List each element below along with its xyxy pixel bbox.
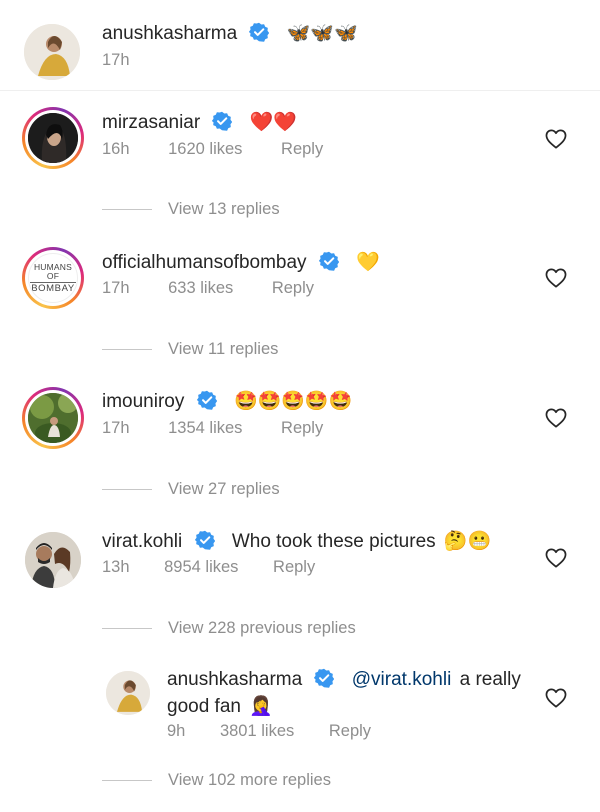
comment-text: Who took these pictures — [231, 531, 436, 552]
reply-emoji: 🤦‍♀️ — [249, 696, 273, 717]
view-replies-label[interactable]: View 11 replies — [168, 340, 278, 359]
avatar-photo-icon — [28, 113, 78, 163]
comment-time: 9h — [167, 722, 186, 740]
comment-text: ❤️❤️ — [249, 112, 298, 133]
username[interactable]: imouniroy — [102, 391, 184, 412]
comment-time: 13h — [102, 558, 130, 576]
replies-line — [102, 628, 152, 629]
avatar-photo-icon — [25, 532, 81, 588]
comment-header: mirzasaniar ❤️❤️ — [102, 110, 297, 134]
like-heart-icon[interactable] — [545, 268, 567, 288]
reply-text: good fan — [167, 696, 241, 717]
view-replies-button[interactable]: View 228 previous replies — [102, 619, 356, 638]
replies-line — [102, 209, 152, 210]
reply-button[interactable]: Reply — [281, 419, 323, 437]
caption-text: 🦋🦋🦋 — [286, 23, 358, 44]
likes-count[interactable]: 8954 likes — [164, 558, 238, 576]
likes-count[interactable]: 3801 likes — [220, 722, 294, 740]
verified-badge-icon — [194, 530, 215, 550]
avatar[interactable] — [106, 671, 150, 715]
verified-badge-icon — [196, 390, 217, 410]
view-replies-button[interactable]: View 11 replies — [102, 340, 278, 359]
reply-meta: 9h 3801 likes Reply — [167, 722, 371, 741]
reply-button[interactable]: Reply — [281, 140, 323, 158]
view-replies-button[interactable]: View 13 replies — [102, 200, 280, 219]
like-heart-icon[interactable] — [545, 129, 567, 149]
reply-text: a really — [459, 669, 521, 690]
avatar[interactable] — [25, 532, 81, 588]
mention-link[interactable]: @virat.kohli — [352, 669, 452, 690]
caption-time: 17h — [102, 51, 130, 69]
likes-count[interactable]: 633 likes — [168, 279, 233, 297]
verified-badge-icon — [318, 251, 339, 271]
comment-meta: 17h 1354 likes Reply — [102, 419, 323, 438]
verified-badge-icon — [212, 111, 233, 131]
comment-header: officialhumansofbombay 💛 — [102, 250, 380, 274]
avatar[interactable] — [28, 393, 78, 443]
view-replies-label[interactable]: View 27 replies — [168, 480, 280, 499]
avatar-photo-icon — [106, 671, 150, 715]
like-heart-icon[interactable] — [545, 688, 567, 708]
avatar-logo-text: BOMBAY — [31, 282, 75, 294]
comment-meta: 13h 8954 likes Reply — [102, 558, 315, 577]
comments-screen: anushkasharma 🦋🦋🦋 17h mirzasaniar ❤️❤️ 1… — [0, 0, 600, 812]
view-replies-label[interactable]: View 102 more replies — [168, 771, 331, 790]
avatar[interactable] — [28, 113, 78, 163]
comment-text: 💛 — [356, 252, 380, 273]
avatar[interactable] — [24, 24, 80, 80]
view-replies-label[interactable]: View 228 previous replies — [168, 619, 356, 638]
reply-button[interactable]: Reply — [273, 558, 315, 576]
like-heart-icon[interactable] — [545, 408, 567, 428]
comment-meta: 16h 1620 likes Reply — [102, 140, 323, 159]
reply-button[interactable]: Reply — [272, 279, 314, 297]
username[interactable]: anushkasharma — [102, 23, 237, 44]
comment-time: 16h — [102, 140, 130, 158]
comment-time: 17h — [102, 279, 130, 297]
like-heart-icon[interactable] — [545, 548, 567, 568]
comment-emoji: 🤔😬 — [443, 531, 492, 552]
verified-badge-icon — [249, 22, 270, 42]
view-replies-label[interactable]: View 13 replies — [168, 200, 280, 219]
avatar-photo-icon — [24, 24, 80, 80]
reply-button[interactable]: Reply — [329, 722, 371, 740]
comment-time: 17h — [102, 419, 130, 437]
username[interactable]: anushkasharma — [167, 669, 302, 690]
comment-header: virat.kohli Who took these pictures 🤔😬 — [102, 529, 491, 553]
caption-header: anushkasharma 🦋🦋🦋 — [102, 21, 358, 45]
avatar-photo-icon — [28, 393, 78, 443]
username[interactable]: virat.kohli — [102, 531, 182, 552]
reply-text-line2: good fan 🤦‍♀️ — [167, 694, 273, 718]
view-replies-button[interactable]: View 102 more replies — [102, 771, 331, 790]
view-replies-button[interactable]: View 27 replies — [102, 480, 280, 499]
replies-line — [102, 780, 152, 781]
caption-divider — [0, 90, 600, 91]
comment-header: imouniroy 🤩🤩🤩🤩🤩 — [102, 389, 352, 413]
avatar-logo-text: HUMANS OF — [33, 261, 73, 281]
replies-line — [102, 349, 152, 350]
comment-text: 🤩🤩🤩🤩🤩 — [233, 391, 353, 412]
likes-count[interactable]: 1354 likes — [168, 419, 242, 437]
username[interactable]: mirzasaniar — [102, 112, 200, 133]
verified-badge-icon — [314, 668, 335, 688]
reply-header: anushkasharma @virat.kohli a really — [167, 668, 521, 691]
comment-meta: 17h 633 likes Reply — [102, 279, 314, 298]
avatar[interactable]: HUMANS OF BOMBAY — [28, 253, 78, 303]
replies-line — [102, 489, 152, 490]
username[interactable]: officialhumansofbombay — [102, 252, 307, 273]
likes-count[interactable]: 1620 likes — [168, 140, 242, 158]
